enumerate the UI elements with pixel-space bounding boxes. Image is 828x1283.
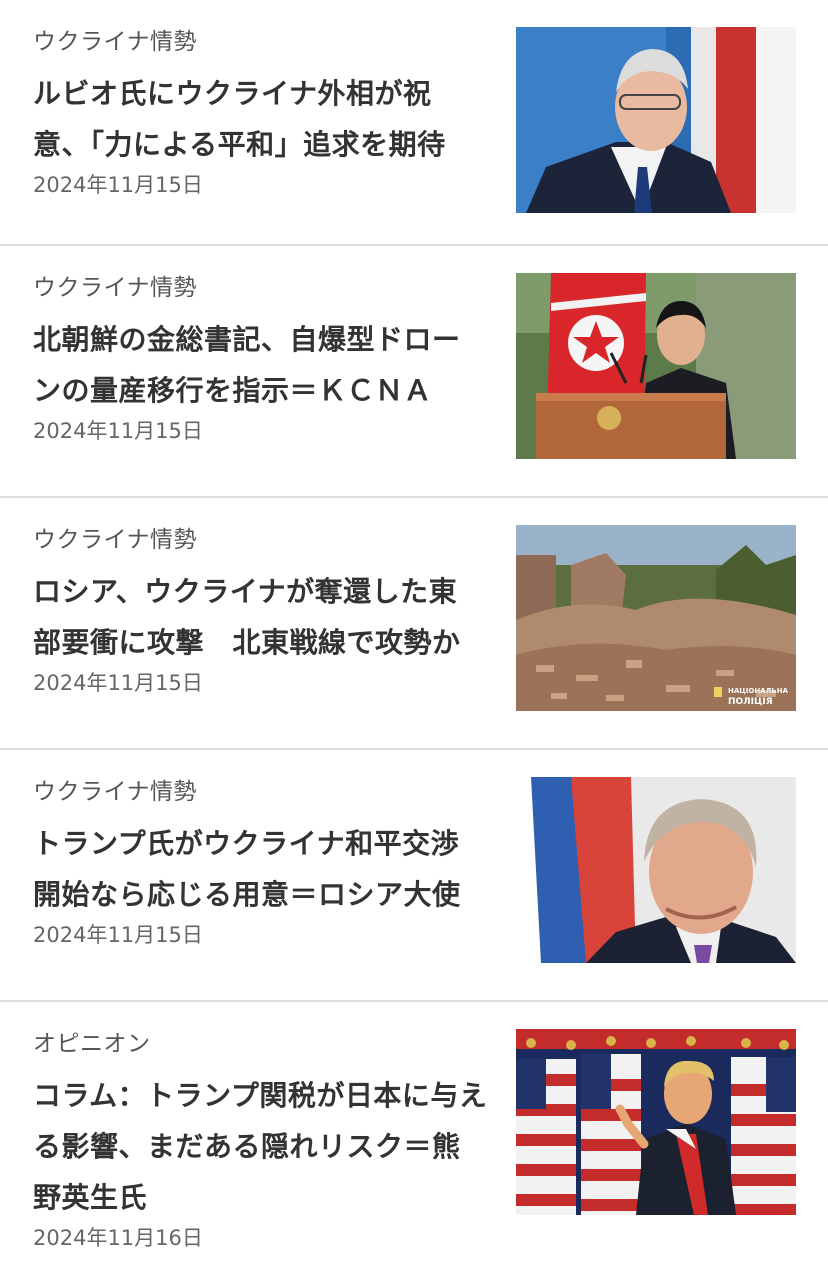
headline-line: ロシア、ウクライナが奪還した東 — [33, 575, 458, 608]
article-thumbnail[interactable] — [516, 27, 796, 213]
headline-line: る影響、まだある隠れリスク＝熊 — [33, 1130, 461, 1163]
article-thumbnail[interactable] — [516, 273, 796, 459]
article-text: ウクライナ情勢 ロシア、ウクライナが奪還した東 部要衝に攻撃 北東戦線で攻勢か … — [33, 524, 503, 698]
article-headline[interactable]: 北朝鮮の金総書記、自爆型ドロー ンの量産移行を指示＝ＫＣＮＡ — [33, 314, 503, 416]
headline-line: コラム：トランプ関税が日本に与え — [33, 1079, 488, 1112]
watermark-line-2: ПОЛІЦІЯ — [728, 697, 773, 707]
headline-line: 部要衝に攻撃 北東戦線で攻勢か — [33, 626, 461, 659]
article-list: ウクライナ情勢 ルビオ氏にウクライナ外相が祝 意、「力による平和」追求を期待 2… — [0, 0, 828, 1283]
article-thumbnail[interactable] — [516, 777, 796, 963]
article-item[interactable]: ウクライナ情勢 ルビオ氏にウクライナ外相が祝 意、「力による平和」追求を期待 2… — [0, 0, 828, 246]
article-date: 2024年11月16日 — [33, 1226, 203, 1250]
article-text: オピニオン コラム：トランプ関税が日本に与え る影響、まだある隠れリスク＝熊 野… — [33, 1028, 503, 1253]
police-emblem-icon — [714, 687, 722, 697]
article-date: 2024年11月15日 — [33, 419, 203, 443]
article-date: 2024年11月15日 — [33, 923, 203, 947]
trump-flags-photo-icon — [516, 1029, 796, 1215]
article-text: ウクライナ情勢 北朝鮮の金総書記、自爆型ドロー ンの量産移行を指示＝ＫＣＮＡ 2… — [33, 272, 503, 446]
north-korea-leader-photo-icon — [516, 273, 796, 459]
headline-line: 意、「力による平和」追求を期待 — [33, 128, 446, 161]
article-thumbnail[interactable]: НАЦІОНАЛЬНА ПОЛІЦІЯ — [516, 525, 796, 711]
headline-line: 野英生氏 — [33, 1181, 148, 1214]
article-category[interactable]: ウクライナ情勢 — [33, 776, 503, 808]
article-date: 2024年11月15日 — [33, 671, 203, 695]
foreign-minister-photo-icon — [516, 27, 796, 213]
article-item[interactable]: ウクライナ情勢 北朝鮮の金総書記、自爆型ドロー ンの量産移行を指示＝ＫＣＮＡ 2… — [0, 246, 828, 498]
article-item[interactable]: ウクライナ情勢 ロシア、ウクライナが奪還した東 部要衝に攻撃 北東戦線で攻勢か … — [0, 498, 828, 750]
headline-line: 開始なら応じる用意＝ロシア大使 — [33, 878, 461, 911]
article-item[interactable]: オピニオン コラム：トランプ関税が日本に与え る影響、まだある隠れリスク＝熊 野… — [0, 1002, 828, 1283]
russian-ambassador-photo-icon — [516, 777, 796, 963]
article-headline[interactable]: ルビオ氏にウクライナ外相が祝 意、「力による平和」追求を期待 — [33, 68, 503, 170]
article-category[interactable]: オピニオン — [33, 1028, 503, 1060]
rubble-photo-icon: НАЦІОНАЛЬНА ПОЛІЦІЯ — [516, 525, 796, 711]
headline-line: ンの量産移行を指示＝ＫＣＮＡ — [33, 374, 433, 407]
headline-line: トランプ氏がウクライナ和平交渉 — [33, 827, 460, 860]
headline-line: ルビオ氏にウクライナ外相が祝 — [33, 77, 432, 110]
headline-line: 北朝鮮の金総書記、自爆型ドロー — [33, 323, 461, 356]
article-headline[interactable]: ロシア、ウクライナが奪還した東 部要衝に攻撃 北東戦線で攻勢か — [33, 566, 503, 668]
article-headline[interactable]: コラム：トランプ関税が日本に与え る影響、まだある隠れリスク＝熊 野英生氏 — [33, 1070, 503, 1223]
watermark-line-1: НАЦІОНАЛЬНА — [728, 687, 789, 695]
article-item[interactable]: ウクライナ情勢 トランプ氏がウクライナ和平交渉 開始なら応じる用意＝ロシア大使 … — [0, 750, 828, 1002]
article-thumbnail[interactable] — [516, 1029, 796, 1215]
article-headline[interactable]: トランプ氏がウクライナ和平交渉 開始なら応じる用意＝ロシア大使 — [33, 818, 503, 920]
article-category[interactable]: ウクライナ情勢 — [33, 26, 503, 58]
article-category[interactable]: ウクライナ情勢 — [33, 272, 503, 304]
article-text: ウクライナ情勢 トランプ氏がウクライナ和平交渉 開始なら応じる用意＝ロシア大使 … — [33, 776, 503, 950]
article-text: ウクライナ情勢 ルビオ氏にウクライナ外相が祝 意、「力による平和」追求を期待 2… — [33, 26, 503, 200]
article-date: 2024年11月15日 — [33, 173, 203, 197]
article-category[interactable]: ウクライナ情勢 — [33, 524, 503, 556]
